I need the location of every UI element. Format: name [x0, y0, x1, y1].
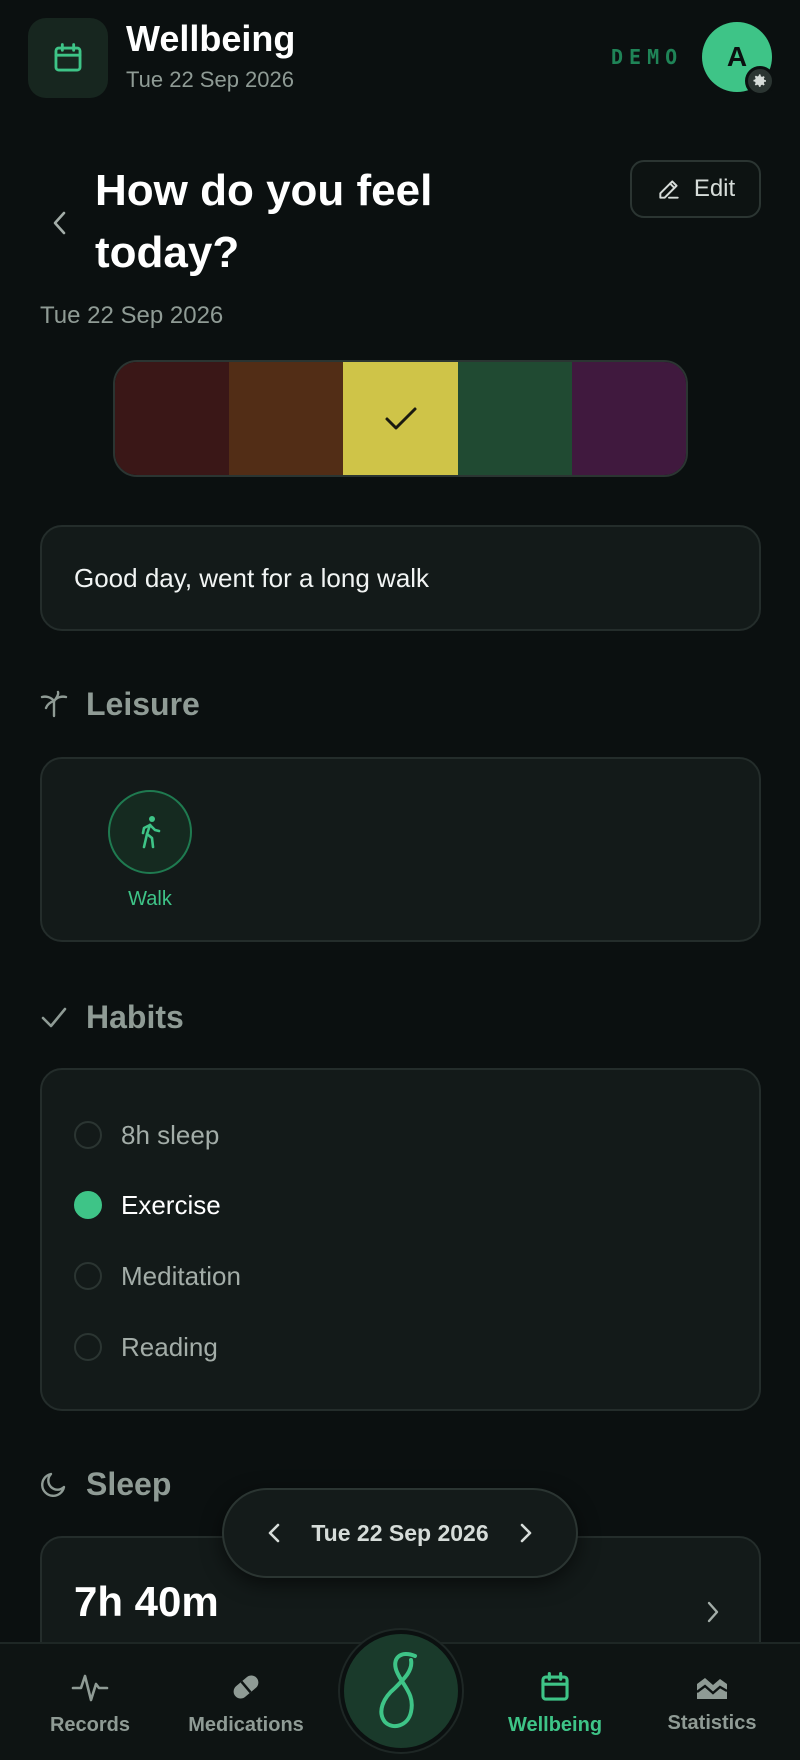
home-button[interactable] — [340, 1630, 462, 1752]
edit-label: Edit — [693, 175, 736, 202]
habit-checkbox — [74, 1333, 102, 1361]
pill-icon — [233, 1675, 259, 1698]
habit-label: Exercise — [121, 1189, 221, 1220]
sleep-heading: Sleep — [86, 1465, 172, 1502]
habit-checkbox — [74, 1262, 102, 1290]
note-card[interactable]: Good day, went for a long walk — [40, 525, 761, 631]
activity-label: Walk — [128, 888, 172, 910]
leisure-section-header: Leisure — [40, 682, 200, 726]
current-date[interactable]: Tue 22 Sep 2026 — [311, 1520, 488, 1547]
mood-option-3[interactable] — [343, 362, 458, 475]
sleep-duration: 7h 40m — [74, 1578, 219, 1625]
gear-icon[interactable] — [745, 66, 775, 96]
app-title: Wellbeing — [126, 18, 296, 59]
habit-checkbox — [74, 1121, 102, 1149]
nav-label: Records — [49, 1713, 131, 1736]
habit-checkbox — [74, 1191, 102, 1219]
edit-button[interactable]: Edit — [630, 160, 761, 218]
calendar-icon — [28, 18, 108, 98]
chevron-right-icon — [520, 1523, 532, 1543]
leisure-card: Walk — [40, 757, 761, 942]
chevron-left-icon — [53, 211, 66, 235]
nav-records[interactable]: Records — [30, 1644, 150, 1760]
moon-icon — [41, 1472, 66, 1497]
palm-tree-icon — [40, 690, 68, 718]
calendar-icon — [541, 1671, 569, 1701]
habit-item[interactable]: Reading — [74, 1327, 218, 1367]
app-date: Tue 22 Sep 2026 — [126, 67, 294, 92]
nav-label: Statistics — [667, 1711, 757, 1734]
sleep-section-header: Sleep — [40, 1462, 171, 1506]
mood-option-4[interactable] — [457, 362, 572, 475]
nav-statistics[interactable]: Statistics — [652, 1644, 772, 1760]
check-icon — [41, 1007, 67, 1028]
habit-item[interactable]: 8h sleep — [74, 1115, 219, 1155]
page-title: How do you feel today? — [95, 166, 433, 277]
previous-day-button[interactable] — [260, 1519, 288, 1547]
next-day-button[interactable] — [512, 1519, 540, 1547]
habit-label: Reading — [121, 1331, 218, 1362]
habits-section-header: Habits — [40, 995, 184, 1039]
nav-label: Wellbeing — [507, 1713, 603, 1736]
habits-heading: Habits — [86, 998, 184, 1035]
leisure-heading: Leisure — [86, 685, 200, 722]
back-button[interactable] — [42, 205, 78, 241]
nav-medications[interactable]: Medications — [180, 1644, 312, 1760]
habit-label: Meditation — [121, 1260, 241, 1291]
infinity-logo-icon — [379, 1652, 417, 1729]
demo-badge: DEMO — [611, 45, 684, 69]
question-date: Tue 22 Sep 2026 — [40, 302, 224, 329]
activity-walk[interactable]: Walk — [108, 790, 192, 911]
chart-area-icon — [696, 1677, 728, 1699]
chevron-left-icon — [268, 1523, 280, 1543]
check-icon — [385, 407, 416, 429]
chevron-right-icon — [707, 1601, 719, 1623]
date-navigator: Tue 22 Sep 2026 — [222, 1488, 578, 1578]
activity-pulse-icon — [71, 1674, 109, 1701]
app-header: Wellbeing Tue 22 Sep 2026 DEMO A — [0, 0, 800, 112]
mood-picker — [113, 360, 688, 477]
habit-item[interactable]: Meditation — [74, 1256, 241, 1296]
note-text: Good day, went for a long walk — [74, 562, 430, 593]
nav-label: Medications — [188, 1713, 304, 1736]
avatar-initial: A — [726, 41, 748, 72]
habits-card: 8h sleep Exercise Meditation Reading — [40, 1068, 761, 1411]
habit-item[interactable]: Exercise — [74, 1185, 221, 1225]
mood-option-1[interactable] — [115, 362, 230, 475]
mood-option-5[interactable] — [571, 362, 686, 475]
walking-person-icon — [108, 790, 192, 874]
mood-option-2[interactable] — [229, 362, 344, 475]
habit-label: 8h sleep — [121, 1119, 220, 1150]
nav-wellbeing[interactable]: Wellbeing — [495, 1644, 615, 1760]
pencil-icon — [659, 180, 679, 199]
